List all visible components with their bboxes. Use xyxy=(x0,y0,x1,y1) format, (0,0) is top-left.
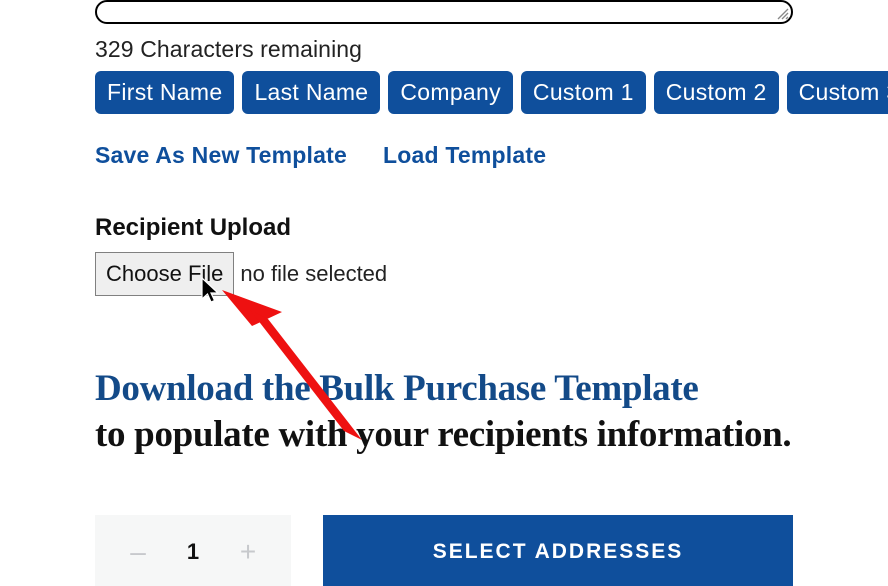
tag-custom-3[interactable]: Custom 3 xyxy=(787,71,888,114)
tag-last-name[interactable]: Last Name xyxy=(242,71,380,114)
quantity-stepper: – + xyxy=(95,515,291,586)
message-textarea[interactable] xyxy=(95,0,793,24)
quantity-decrement-button[interactable]: – xyxy=(113,538,163,566)
load-template-link[interactable]: Load Template xyxy=(383,142,546,169)
tag-first-name[interactable]: First Name xyxy=(95,71,234,114)
quantity-input[interactable] xyxy=(163,539,223,565)
textarea-resize-icon xyxy=(775,6,789,20)
template-actions: Save As New Template Load Template xyxy=(95,142,793,169)
download-subtext: to populate with your recipients informa… xyxy=(95,414,791,455)
char-counter: 329 Characters remaining xyxy=(95,36,793,63)
tag-custom-2[interactable]: Custom 2 xyxy=(654,71,779,114)
tag-custom-1[interactable]: Custom 1 xyxy=(521,71,646,114)
file-selection-status: no file selected xyxy=(240,261,387,287)
save-as-new-template-link[interactable]: Save As New Template xyxy=(95,142,347,169)
select-addresses-button[interactable]: SELECT ADDRESSES xyxy=(323,515,793,586)
choose-file-button[interactable]: Choose File xyxy=(95,252,234,296)
recipient-upload-heading: Recipient Upload xyxy=(95,214,793,242)
download-template-block: Download the Bulk Purchase Template to p… xyxy=(95,366,793,459)
bottom-actions-row: – + SELECT ADDRESSES xyxy=(95,515,793,586)
char-count-suffix: Characters remaining xyxy=(140,36,362,62)
file-upload-row: Choose File no file selected xyxy=(95,252,793,296)
merge-tags-row: First Name Last Name Company Custom 1 Cu… xyxy=(95,71,793,114)
tag-company[interactable]: Company xyxy=(388,71,513,114)
download-bulk-template-link[interactable]: Download the Bulk Purchase Template xyxy=(95,368,699,409)
char-count-number: 329 xyxy=(95,36,134,62)
quantity-increment-button[interactable]: + xyxy=(223,538,273,566)
